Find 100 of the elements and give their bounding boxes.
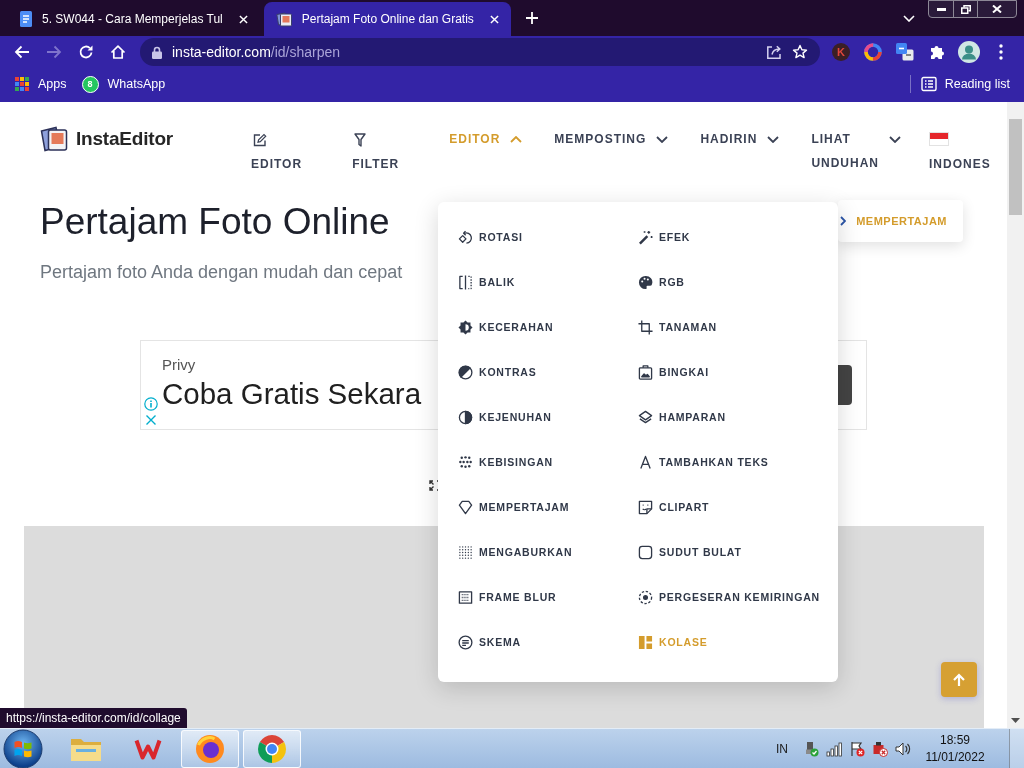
document-icon: [20, 11, 32, 27]
usb-device-icon[interactable]: [803, 740, 819, 757]
bookmark-link[interactable]: Apps: [15, 74, 67, 94]
new-tab-icon[interactable]: [524, 11, 539, 25]
scroll-down-icon[interactable]: [1011, 718, 1020, 723]
extension-button[interactable]: K: [832, 43, 850, 61]
globe-logo-icon: [195, 733, 225, 764]
menu-item[interactable]: KEBISINGAN: [458, 454, 553, 471]
close-icon: [992, 5, 1002, 13]
photo-stack-icon[interactable]: [40, 125, 68, 154]
scrollbar-thumb[interactable]: [1009, 119, 1022, 215]
nav-dropdown[interactable]: MEMPOSTING: [554, 127, 669, 176]
chevron-up-icon: [510, 136, 523, 143]
translate-icon[interactable]: [896, 43, 914, 61]
clock[interactable]: 18:59 11/01/2022: [920, 731, 990, 766]
start-button[interactable]: [3, 728, 43, 768]
chevron-right-icon: [840, 216, 847, 226]
menu-item[interactable]: SUDUT BULAT: [638, 544, 742, 561]
menu-item[interactable]: MENGABURKAN: [458, 544, 573, 561]
scrollbar[interactable]: [1007, 102, 1024, 728]
ad-headline: Coba Gratis Sekara: [162, 376, 422, 412]
input-language[interactable]: IN: [776, 739, 788, 758]
taskbar-button[interactable]: [243, 729, 301, 768]
back-arrow-icon[interactable]: [14, 44, 30, 60]
flag-icon: [929, 132, 950, 146]
ad-advertiser: Privy: [162, 356, 197, 375]
minimize-icon: [936, 7, 946, 11]
menu-item[interactable]: ROTASI: [458, 229, 523, 246]
ad-button[interactable]: [838, 365, 852, 406]
edit-icon: [253, 133, 267, 147]
menu-item[interactable]: RGB: [638, 274, 685, 291]
flag-alert-icon[interactable]: [849, 740, 865, 757]
menu-item[interactable]: KEJENUHAN: [458, 409, 552, 426]
dots-icon: [458, 455, 473, 470]
collage-icon: [638, 635, 653, 650]
reload-icon[interactable]: [78, 44, 94, 60]
flip-icon: [458, 275, 473, 290]
menu-icon[interactable]: [999, 44, 1003, 60]
chevron-down-icon: [656, 136, 669, 143]
nav-link[interactable]: FILTER: [352, 127, 400, 176]
menu-item[interactable]: PERGESERAN KEMIRINGAN: [638, 589, 820, 606]
menu-item[interactable]: BALIK: [458, 274, 516, 291]
diamond-icon: [458, 500, 473, 515]
nav-dropdown[interactable]: LIHAT UNDUHAN: [811, 127, 902, 176]
address-bar[interactable]: insta-editor.com/id/sharpen: [140, 38, 820, 66]
menu-item[interactable]: HAMPARAN: [638, 409, 726, 426]
menu-item[interactable]: FRAME BLUR: [458, 589, 557, 606]
scheme-icon: [458, 635, 473, 650]
apps-grid-icon: [15, 77, 29, 91]
expand-icon[interactable]: [429, 480, 440, 492]
rotate-icon: [458, 230, 473, 245]
logo-text[interactable]: InstaEditor: [76, 125, 174, 154]
chevron-down-icon[interactable]: [903, 14, 915, 22]
menu-item[interactable]: TANAMAN: [638, 319, 717, 336]
language-selector[interactable]: INDONES: [929, 127, 991, 176]
speaker-icon[interactable]: [895, 740, 911, 757]
share-icon[interactable]: [766, 44, 782, 60]
bookmark-link[interactable]: 8 WhatsApp: [81, 74, 166, 94]
ring-icon[interactable]: [864, 43, 882, 61]
taskbar-button[interactable]: [181, 729, 239, 768]
restore-button[interactable]: [953, 0, 978, 18]
menu-item[interactable]: SKEMA: [458, 634, 521, 651]
browser-tab[interactable]: 5. SW044 - Cara Memperjelas Tul: [8, 2, 260, 36]
nav-dropdown[interactable]: HADIRIN: [700, 127, 780, 176]
reading-list-button[interactable]: Reading list: [920, 74, 1010, 94]
page-title: Pertajam Foto Online: [40, 200, 390, 244]
menu-item[interactable]: KONTRAS: [458, 364, 537, 381]
status-url: https://insta-editor.com/id/collage: [0, 708, 187, 728]
page-subtitle: Pertajam foto Anda dengan mudah dan cepat: [40, 261, 403, 285]
frame-blur-icon: [458, 590, 473, 605]
puzzle-icon[interactable]: [929, 44, 945, 60]
nav-link[interactable]: EDITOR: [251, 127, 303, 176]
tilt-shift-icon: [638, 590, 653, 605]
text-icon: [638, 455, 653, 470]
layers-icon: [638, 410, 653, 425]
menu-item[interactable]: CLIPART: [638, 499, 710, 516]
magic-wand-icon: [638, 230, 653, 245]
chevron-down-icon: [889, 136, 902, 143]
menu-item[interactable]: KECERAHAN: [458, 319, 554, 336]
network-error-icon[interactable]: [872, 740, 888, 757]
close-button[interactable]: [977, 0, 1017, 18]
url-text[interactable]: insta-editor.com/id/sharpen: [172, 41, 341, 63]
avatar-icon[interactable]: [958, 41, 980, 63]
photo-stack-icon: [275, 11, 292, 27]
minimize-button[interactable]: [928, 0, 954, 18]
blur-grid-icon: [458, 545, 473, 560]
signal-bars-icon[interactable]: [826, 740, 842, 757]
sticker-icon: [638, 500, 653, 515]
rounded-square-icon: [638, 545, 653, 560]
chevron-down-icon: [767, 136, 780, 143]
menu-item[interactable]: BINGKAI: [638, 364, 709, 381]
menu-item[interactable]: EFEK: [638, 229, 691, 246]
menu-item[interactable]: MEMPERTAJAM: [458, 499, 570, 516]
segmented-circle-icon: [257, 733, 287, 764]
browser-tab[interactable]: Pertajam Foto Online dan Gratis: [263, 2, 511, 36]
star-icon[interactable]: [792, 44, 808, 60]
crop-icon: [638, 320, 653, 335]
breadcrumb-text: MEMPERTAJAM: [856, 213, 947, 229]
menu-item[interactable]: TAMBAHKAN TEKS: [638, 454, 769, 471]
home-icon[interactable]: [110, 44, 126, 60]
